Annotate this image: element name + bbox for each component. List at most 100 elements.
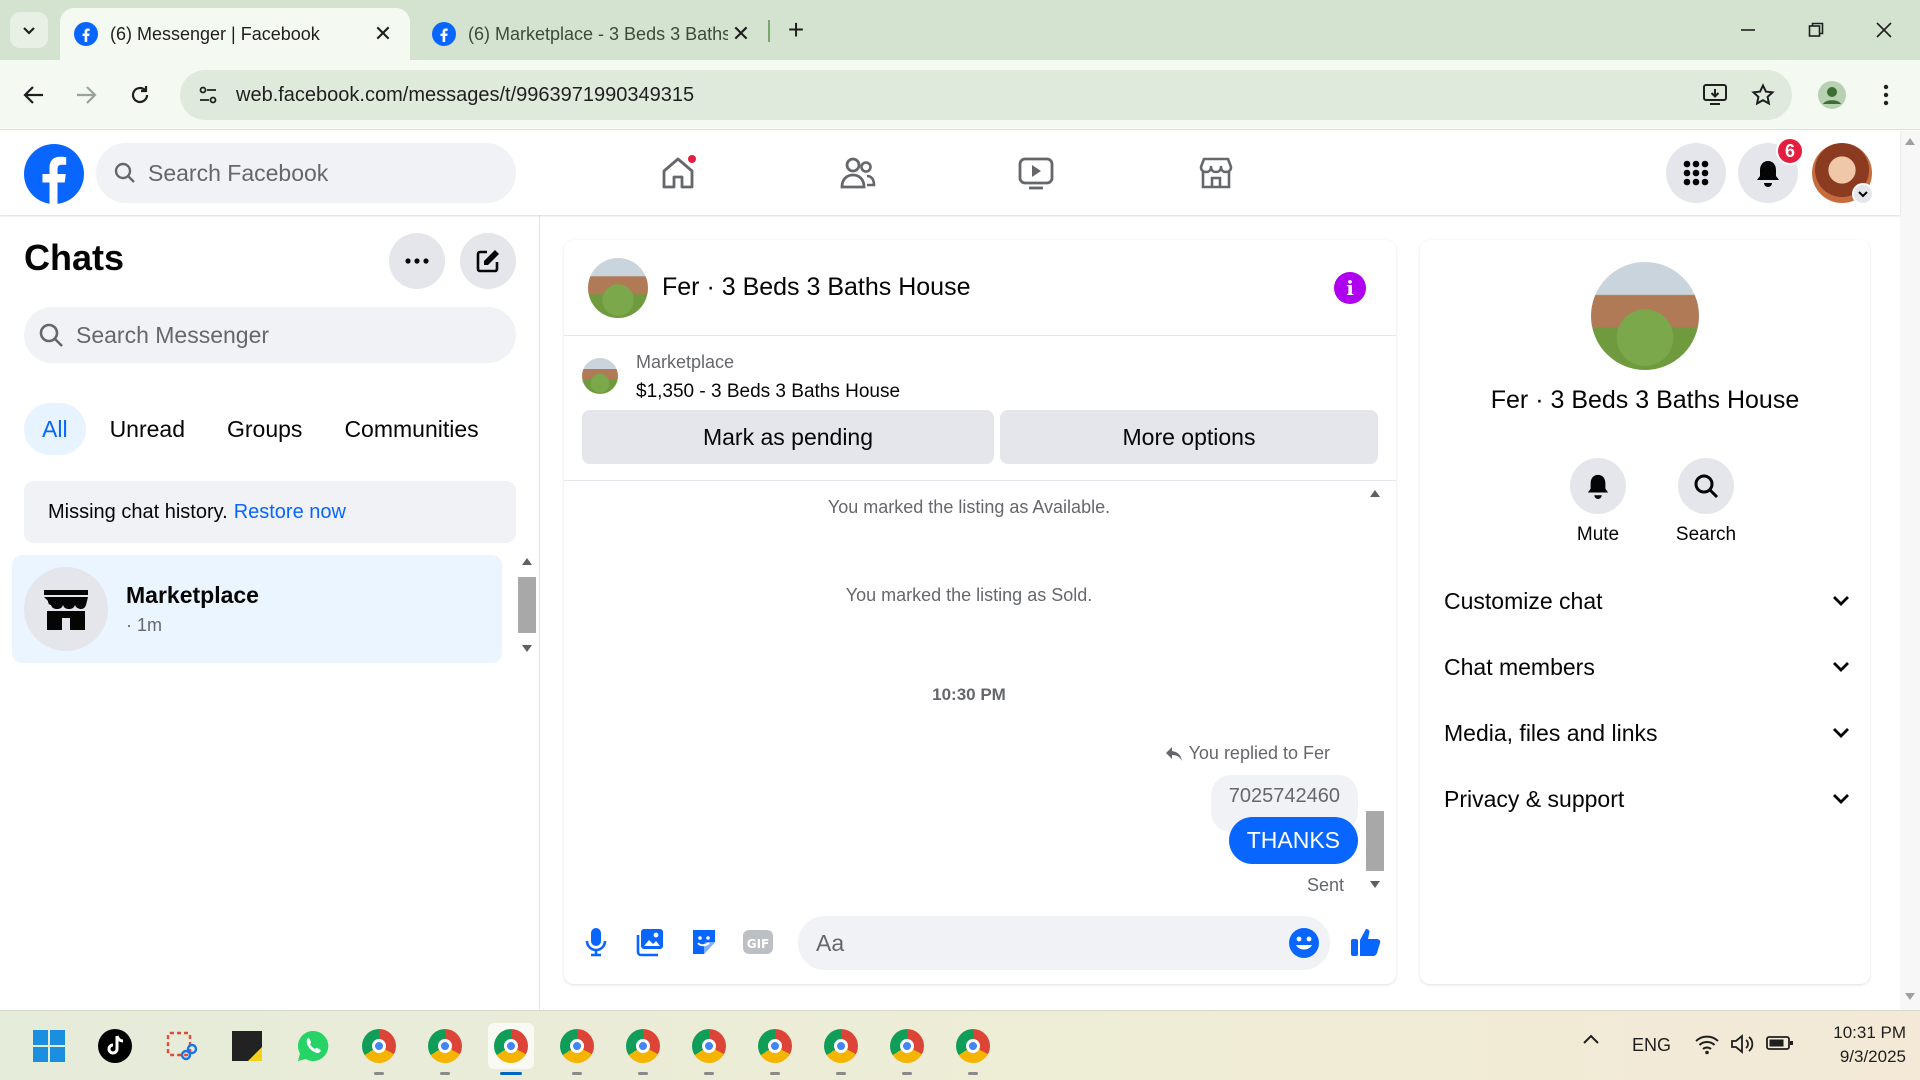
taskbar-chrome-7[interactable] (752, 1023, 798, 1075)
wifi-icon (1695, 1035, 1719, 1055)
conversation-title[interactable]: Fer · 3 Beds 3 Baths House (662, 273, 970, 302)
voice-clip-button[interactable] (576, 922, 616, 962)
restore-now-link[interactable]: Restore now (234, 501, 346, 524)
site-info-icon[interactable] (190, 77, 226, 113)
chat-members-section[interactable]: Chat members (1444, 642, 1850, 692)
arrow-right-icon (77, 86, 97, 104)
taskbar-snipping-tool[interactable] (158, 1023, 204, 1069)
taskbar-tiktok[interactable] (92, 1023, 138, 1069)
profile-button[interactable] (1812, 75, 1852, 115)
close-tab-button[interactable]: ✕ (370, 21, 396, 47)
conversation-avatar[interactable] (588, 257, 648, 318)
tab-messenger[interactable]: (6) Messenger | Facebook ✕ (60, 8, 410, 60)
media-files-links-section[interactable]: Media, files and links (1444, 708, 1850, 758)
facebook-logo-icon[interactable] (24, 144, 84, 204)
close-window-button[interactable] (1856, 8, 1912, 52)
bookmark-star-icon[interactable] (1746, 78, 1780, 112)
emoji-icon[interactable] (1288, 927, 1320, 959)
reload-button[interactable] (120, 75, 160, 115)
mute-button[interactable] (1570, 458, 1626, 514)
send-like-button[interactable] (1346, 922, 1386, 962)
url-text[interactable]: web.facebook.com/messages/t/996397199034… (236, 84, 1792, 107)
customize-chat-section[interactable]: Customize chat (1444, 576, 1850, 626)
nav-marketplace[interactable] (1156, 141, 1276, 205)
scroll-up-arrow-icon (1370, 490, 1380, 497)
system-clock[interactable]: 10:31 PM 9/3/2025 (1810, 1021, 1906, 1069)
filter-communities[interactable]: Communities (326, 403, 496, 455)
search-action[interactable]: Search (1666, 458, 1746, 546)
tab-marketplace[interactable]: (6) Marketplace - 3 Beds 3 Baths ✕ (418, 8, 768, 60)
taskbar-whatsapp[interactable] (290, 1023, 336, 1069)
taskbar-chrome-2[interactable] (422, 1023, 468, 1075)
taskbar-chrome-6[interactable] (686, 1023, 732, 1075)
more-options-button[interactable]: More options (1000, 410, 1378, 464)
bell-icon (1587, 474, 1609, 499)
menu-button[interactable] (1666, 143, 1726, 203)
account-avatar[interactable] (1812, 143, 1874, 205)
listing-summary[interactable]: Marketplace $1,350 - 3 Beds 3 Baths Hous… (582, 352, 900, 403)
restore-button[interactable] (1788, 8, 1844, 52)
taskbar-chrome-10[interactable] (950, 1023, 996, 1075)
battery-icon (1766, 1036, 1793, 1050)
gif-icon: GIF (743, 930, 773, 954)
grid-menu-icon (1683, 160, 1709, 186)
privacy-support-section[interactable]: Privacy & support (1444, 774, 1850, 824)
scrollbar-thumb[interactable] (518, 577, 536, 633)
nav-friends[interactable] (798, 141, 918, 205)
forward-button[interactable] (66, 75, 106, 115)
taskbar-chrome-3[interactable] (488, 1023, 534, 1075)
sticker-button[interactable] (684, 922, 724, 962)
messenger-search-placeholder: Search Messenger (76, 321, 270, 348)
conversation-info-button[interactable]: i (1334, 272, 1366, 304)
taskbar-chrome-9[interactable] (884, 1023, 930, 1075)
reload-icon (131, 86, 149, 104)
close-tab-button[interactable]: ✕ (728, 21, 754, 47)
thread-scrollbar[interactable] (1364, 481, 1386, 901)
filter-unread[interactable]: Unread (92, 403, 203, 455)
messenger-search-input[interactable]: Search Messenger (24, 307, 516, 363)
wifi-button[interactable] (1694, 1033, 1720, 1055)
chat-list-scrollbar[interactable] (516, 555, 538, 659)
tab-search-button[interactable] (10, 12, 48, 48)
gif-button[interactable]: GIF (738, 922, 778, 962)
svg-text:GIF: GIF (747, 937, 770, 951)
battery-button[interactable] (1766, 1035, 1794, 1051)
address-bar[interactable]: web.facebook.com/messages/t/996397199034… (180, 70, 1792, 120)
sent-message-bubble[interactable]: THANKS (1228, 817, 1358, 864)
page-scrollbar[interactable] (1900, 131, 1920, 1010)
taskbar-chrome-1[interactable] (356, 1023, 402, 1075)
language-indicator[interactable]: ENG (1632, 1035, 1671, 1056)
back-button[interactable] (14, 75, 54, 115)
taskbar-chrome-4[interactable] (554, 1023, 600, 1075)
nav-video[interactable] (976, 141, 1096, 205)
install-app-icon[interactable] (1698, 78, 1732, 112)
chrome-icon (626, 1029, 660, 1063)
mark-as-pending-button[interactable]: Mark as pending (582, 410, 994, 464)
start-button[interactable] (26, 1023, 72, 1069)
scrollbar-thumb[interactable] (1366, 811, 1384, 871)
chat-list-item[interactable]: Marketplace · 1m (12, 555, 502, 663)
minimize-button[interactable] (1720, 8, 1776, 52)
message-input[interactable]: Aa (798, 916, 1330, 970)
mute-action[interactable]: Mute (1558, 458, 1638, 546)
chrome-icon (824, 1029, 858, 1063)
filter-groups[interactable]: Groups (209, 403, 320, 455)
search-in-conversation-button[interactable] (1678, 458, 1734, 514)
taskbar-sticky-notes[interactable] (224, 1023, 270, 1069)
taskbar-chrome-5[interactable] (620, 1023, 666, 1075)
filter-all[interactable]: All (24, 403, 86, 455)
chats-options-button[interactable] (389, 233, 445, 289)
browser-menu-button[interactable] (1866, 75, 1906, 115)
notifications-button[interactable]: 6 (1738, 137, 1804, 203)
show-hidden-icons-button[interactable] (1582, 1033, 1600, 1045)
attach-media-button[interactable] (630, 922, 670, 962)
facebook-search-input[interactable]: Search Facebook (96, 143, 516, 203)
new-tab-button[interactable]: + (780, 14, 812, 46)
info-avatar[interactable] (1591, 262, 1699, 370)
volume-button[interactable] (1730, 1033, 1756, 1055)
account-chevron[interactable] (1852, 183, 1874, 205)
home-notification-dot (686, 153, 698, 165)
taskbar-chrome-8[interactable] (818, 1023, 864, 1075)
nav-home[interactable] (618, 141, 738, 205)
new-message-button[interactable] (460, 233, 516, 289)
